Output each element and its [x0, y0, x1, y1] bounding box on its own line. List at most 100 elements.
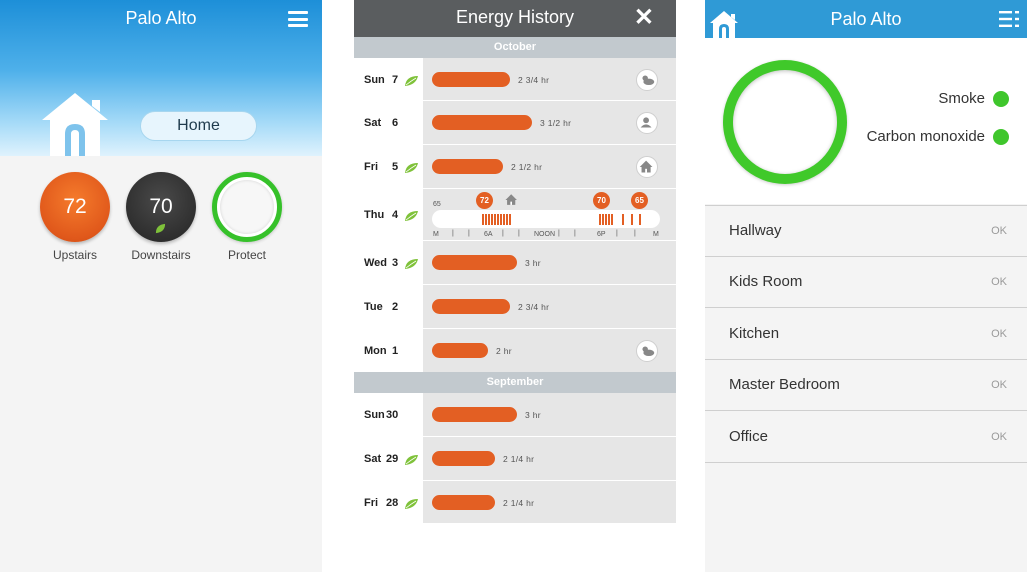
day-cell: Wed 3: [354, 241, 423, 284]
room-row[interactable]: Kids Room OK: [705, 257, 1027, 309]
weather-icon[interactable]: [636, 69, 658, 91]
usage-duration: 3 hr: [525, 258, 541, 268]
day-name: Sat: [364, 453, 382, 465]
protect-screen: Palo Alto Smoke Carbon monoxide Hallway O…: [705, 0, 1027, 572]
person-icon[interactable]: [636, 112, 658, 134]
heating-tick: [639, 214, 641, 225]
usage-duration: 2 1/4 hr: [503, 454, 535, 464]
day-cell: Thu 4: [354, 189, 423, 240]
room-row[interactable]: Kitchen OK: [705, 308, 1027, 360]
close-icon[interactable]: ✕: [634, 6, 654, 30]
history-row[interactable]: Sat 29 2 1/4 hr: [354, 437, 676, 481]
leaf-icon: [155, 223, 166, 234]
history-row[interactable]: Thu 4 65 72 70 65 M 6A NOON 6P M | | | | | | | |: [354, 189, 676, 241]
day-name: Thu: [364, 209, 385, 221]
time-axis-label: NOON: [534, 231, 555, 238]
away-icon[interactable]: [503, 191, 521, 209]
month-header: September: [354, 372, 676, 393]
usage-duration: 2 3/4 hr: [518, 75, 550, 85]
day-name: Mon: [364, 345, 387, 357]
history-row[interactable]: Sat 6 3 1/2 hr: [354, 101, 676, 145]
leaf-icon: [404, 453, 419, 465]
time-axis-label: M: [433, 231, 439, 238]
setpoint-marker[interactable]: 72: [476, 192, 493, 209]
history-row[interactable]: Tue 2 2 3/4 hr: [354, 285, 676, 329]
day-date: 2: [392, 301, 399, 313]
thermostat-upstairs[interactable]: 72 Upstairs: [40, 172, 110, 262]
history-row[interactable]: Mon 1 2 hr: [354, 329, 676, 373]
history-row[interactable]: Sun 7 2 3/4 hr: [354, 58, 676, 101]
home-screen: Palo Alto Home 72 Upstairs 70 Downstairs…: [0, 0, 322, 572]
day-date: 29: [386, 453, 399, 465]
away-icon[interactable]: [636, 156, 658, 178]
day-cell: Fri 5: [354, 145, 423, 188]
day-timeline[interactable]: [432, 210, 660, 228]
energy-history-screen: Energy History ✕ October Sun 7 2 3/4 hr Sat 6…: [354, 0, 676, 524]
axis-tick: |: [574, 230, 576, 237]
protect-ring[interactable]: [212, 172, 282, 242]
heating-tick: [494, 214, 496, 225]
leaf-icon: [404, 74, 419, 86]
axis-tick: |: [502, 230, 504, 237]
heating-tick: [503, 214, 505, 225]
usage-bar: [432, 159, 503, 174]
protect-device[interactable]: Protect: [212, 172, 282, 262]
room-name: Office: [729, 427, 768, 445]
heating-tick: [631, 214, 633, 225]
day-date: 6: [392, 117, 399, 129]
usage-duration: 3 hr: [525, 410, 541, 420]
protect-ring[interactable]: [723, 60, 847, 184]
usage-bar: [432, 343, 488, 358]
day-cell: Sat 29: [354, 437, 423, 480]
day-cell: Sun 7: [354, 58, 423, 100]
list-menu-icon[interactable]: [999, 11, 1019, 27]
smoke-status: Smoke: [938, 90, 1009, 108]
heating-tick: [488, 214, 490, 225]
time-axis-label: M: [653, 231, 659, 238]
heating-tick: [602, 214, 604, 225]
day-date: 30: [386, 409, 399, 421]
day-cell: Sat 6: [354, 101, 423, 144]
usage-bar: [432, 115, 532, 130]
screen-title: Palo Alto: [125, 8, 197, 28]
history-row[interactable]: Wed 3 3 hr: [354, 241, 676, 285]
day-name: Wed: [364, 257, 388, 269]
leaf-icon: [404, 209, 419, 221]
usage-bar: [432, 451, 495, 466]
start-temperature: 65: [433, 201, 441, 208]
device-label: Upstairs: [52, 248, 97, 262]
protect-status-card: Smoke Carbon monoxide: [705, 38, 1027, 204]
temperature-dial[interactable]: 70: [126, 172, 196, 242]
history-row[interactable]: Sun 30 3 hr: [354, 393, 676, 437]
day-date: 1: [392, 345, 399, 357]
room-status: OK: [991, 430, 1007, 443]
room-row[interactable]: Office OK: [705, 411, 1027, 463]
header-bar: Energy History ✕: [354, 0, 676, 37]
day-date: 5: [392, 161, 399, 173]
thermostat-downstairs[interactable]: 70 Downstairs: [126, 172, 196, 262]
weather-icon[interactable]: [636, 340, 658, 362]
header-bar: Palo Alto: [705, 0, 1027, 38]
menu-icon[interactable]: [288, 11, 308, 27]
screen-title: Palo Alto: [830, 9, 902, 29]
room-name: Hallway: [729, 222, 782, 239]
heating-tick: [506, 214, 508, 225]
heating-tick: [509, 214, 511, 225]
room-row[interactable]: Hallway OK: [705, 206, 1027, 257]
screen-title: Energy History: [455, 7, 575, 27]
setpoint-marker[interactable]: 65: [631, 192, 648, 209]
history-row[interactable]: Fri 5 2 1/2 hr: [354, 145, 676, 189]
room-row[interactable]: Master Bedroom OK: [705, 360, 1027, 412]
heating-tick: [485, 214, 487, 225]
usage-bar: [432, 495, 495, 510]
heating-tick: [599, 214, 601, 225]
temperature-dial[interactable]: 72: [40, 172, 110, 242]
device-label: Downstairs: [131, 248, 191, 262]
heating-tick: [611, 214, 613, 225]
day-date: 7: [392, 74, 399, 86]
home-button[interactable]: Home: [140, 111, 257, 141]
setpoint-marker[interactable]: 70: [593, 192, 610, 209]
history-row[interactable]: Fri 28 2 1/4 hr: [354, 481, 676, 524]
usage-bar: [432, 407, 517, 422]
device-label: Protect: [227, 248, 266, 262]
